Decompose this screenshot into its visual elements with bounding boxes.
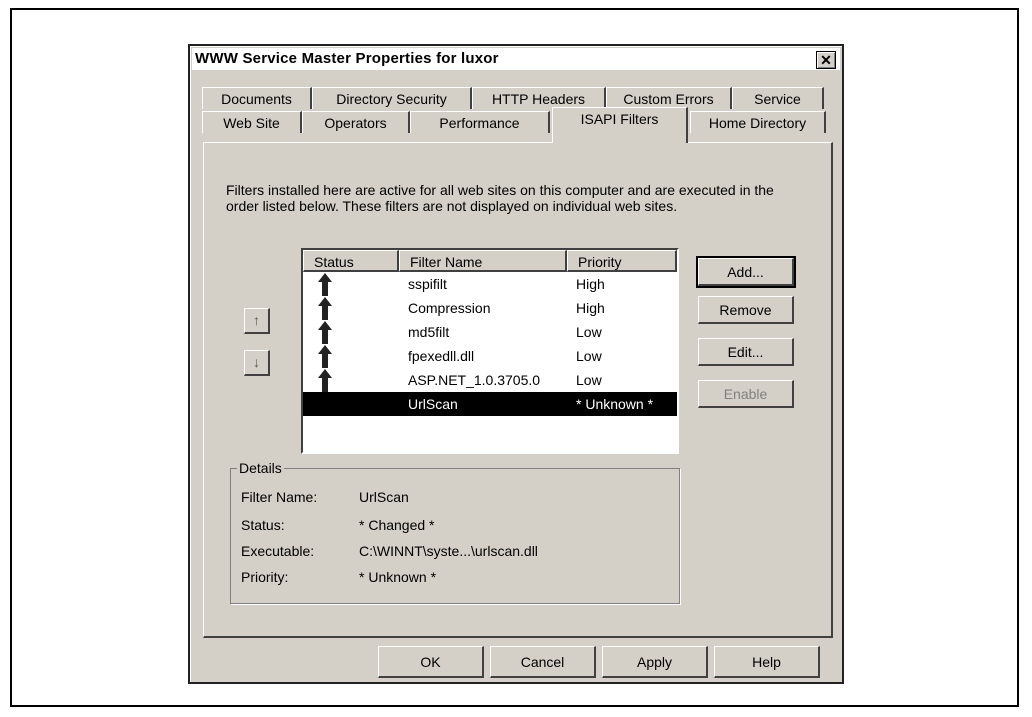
tab-label: Custom Errors [623, 91, 714, 107]
close-icon: ✕ [820, 52, 832, 68]
column-header-filter-name[interactable]: Filter Name [399, 250, 567, 272]
button-label: Add... [727, 264, 764, 280]
up-arrow-icon [318, 345, 332, 368]
detail-label: Priority: [241, 569, 289, 585]
ok-button[interactable]: OK [378, 646, 484, 678]
list-item[interactable]: ASP.NET_1.0.3705.0 Low [303, 368, 677, 392]
tab-custom-errors[interactable]: Custom Errors [606, 87, 732, 109]
filter-priority: Low [576, 324, 602, 340]
up-arrow-icon [318, 321, 332, 344]
title-bar: WWW Service Master Properties for luxor … [192, 48, 840, 71]
column-label: Filter Name [410, 254, 483, 270]
tab-label: HTTP Headers [491, 91, 586, 107]
tab-label: Performance [439, 115, 520, 131]
detail-label: Status: [241, 517, 285, 533]
button-label: Apply [636, 654, 673, 670]
move-down-button[interactable]: ↓ [244, 350, 270, 376]
apply-button[interactable]: Apply [602, 646, 708, 678]
up-arrow-icon [318, 369, 332, 392]
up-arrow-icon [318, 273, 332, 296]
tab-label: Documents [221, 91, 292, 107]
detail-value: * Changed * [359, 517, 435, 533]
tab-operators[interactable]: Operators [302, 111, 410, 133]
detail-label: Executable: [241, 543, 315, 559]
tab-label: Web Site [223, 115, 280, 131]
filter-name: md5filt [408, 324, 450, 340]
tab-isapi-filters[interactable]: ISAPI Filters [552, 107, 688, 143]
filters-list[interactable]: Status Filter Name Priority sspifilt Hig… [301, 248, 679, 454]
filter-priority: * Unknown * [576, 396, 654, 412]
tab-label: Directory Security [336, 91, 447, 107]
list-item[interactable]: sspifilt High [303, 272, 677, 296]
list-item-selected[interactable]: UrlScan * Unknown * [303, 392, 677, 416]
button-label: Enable [723, 386, 768, 402]
column-label: Status [314, 254, 354, 270]
tab-directory-security[interactable]: Directory Security [312, 87, 472, 109]
tab-documents[interactable]: Documents [202, 87, 312, 109]
filter-name: UrlScan [408, 396, 458, 412]
list-item[interactable]: Compression High [303, 296, 677, 320]
button-label: Remove [719, 302, 772, 318]
close-button[interactable]: ✕ [816, 51, 836, 69]
tab-label: ISAPI Filters [580, 111, 659, 127]
tab-label: Service [754, 91, 801, 107]
remove-button[interactable]: Remove [698, 296, 794, 324]
button-label: Cancel [520, 654, 565, 670]
add-button[interactable]: Add... [696, 256, 796, 288]
properties-dialog: WWW Service Master Properties for luxor … [188, 44, 844, 684]
tab-web-site[interactable]: Web Site [202, 111, 302, 133]
button-label: OK [420, 654, 441, 670]
tab-label: Operators [324, 115, 387, 131]
filter-priority: Low [576, 348, 602, 364]
tab-http-headers[interactable]: HTTP Headers [472, 87, 606, 109]
filter-name: ASP.NET_1.0.3705.0 [408, 372, 541, 388]
filter-priority: Low [576, 372, 602, 388]
column-label: Priority [578, 254, 622, 270]
up-arrow-icon: ↑ [253, 312, 260, 328]
filter-name: fpexedll.dll [408, 348, 475, 364]
tab-performance[interactable]: Performance [410, 111, 550, 133]
dialog-title: WWW Service Master Properties for luxor [195, 50, 499, 67]
column-header-status[interactable]: Status [303, 250, 399, 272]
column-header-priority[interactable]: Priority [567, 250, 677, 272]
down-arrow-icon: ↓ [253, 354, 260, 370]
cancel-button[interactable]: Cancel [490, 646, 596, 678]
edit-button[interactable]: Edit... [698, 338, 794, 366]
detail-value: UrlScan [359, 489, 409, 505]
detail-label: Filter Name: [241, 489, 318, 505]
list-item[interactable]: md5filt Low [303, 320, 677, 344]
help-button[interactable]: Help [714, 646, 820, 678]
detail-value: * Unknown * [359, 569, 437, 585]
filters-description: Filters installed here are active for al… [226, 182, 774, 214]
list-item[interactable]: fpexedll.dll Low [303, 344, 677, 368]
button-label: Edit... [727, 344, 764, 360]
button-label: Help [752, 654, 781, 670]
filter-priority: High [576, 276, 605, 292]
move-up-button[interactable]: ↑ [244, 308, 270, 334]
enable-button[interactable]: Enable [698, 380, 794, 408]
filter-priority: High [576, 300, 605, 316]
filter-name: sspifilt [408, 276, 447, 292]
details-group: Details Filter Name: UrlScan Status: * C… [230, 460, 680, 604]
detail-value: C:\WINNT\syste...\urlscan.dll [359, 543, 538, 559]
tab-home-directory[interactable]: Home Directory [690, 111, 826, 133]
up-arrow-icon [318, 297, 332, 320]
filter-name: Compression [408, 300, 491, 316]
tab-label: Home Directory [708, 115, 807, 131]
details-legend: Details [237, 460, 284, 476]
tab-service[interactable]: Service [732, 87, 824, 109]
